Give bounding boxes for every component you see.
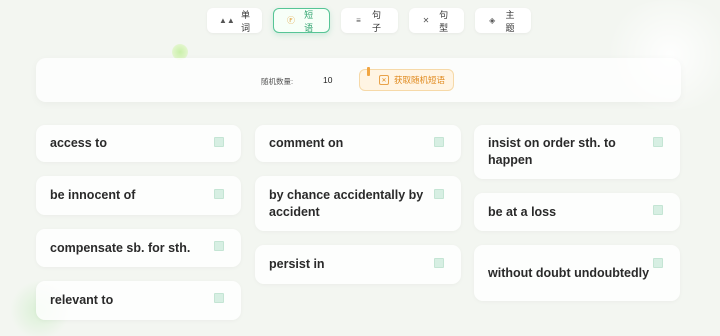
tab-label: 主题 — [505, 9, 515, 33]
fetch-random-phrases-button[interactable]: ✕ 获取随机短语 — [359, 67, 454, 91]
phrase-text: be innocent of — [50, 188, 136, 202]
phrase-checkbox[interactable] — [214, 293, 224, 303]
phrase-checkbox[interactable] — [214, 189, 224, 199]
phrase-icon: Ⓕ — [287, 16, 296, 25]
phrase-checkbox[interactable] — [653, 258, 663, 268]
control-bar: 随机数量: 10 ✕ 获取随机短语 — [36, 58, 681, 102]
count-input[interactable]: 10 — [323, 75, 332, 85]
phrase-text: access to — [50, 136, 107, 150]
phrase-card[interactable]: relevant to — [36, 281, 241, 320]
phrase-checkbox[interactable] — [653, 137, 663, 147]
tab-vocab[interactable]: ▲▲ 单词 — [207, 8, 262, 33]
flag-decoration — [367, 67, 370, 76]
cross-icon: ✕ — [422, 16, 430, 25]
phrase-checkbox[interactable] — [434, 137, 444, 147]
layers-icon: ◈ — [489, 16, 496, 25]
phrase-text: relevant to — [50, 293, 114, 307]
tab-label: 单词 — [241, 9, 251, 33]
phrase-text: insist on order sth. to happen — [488, 136, 616, 167]
phrase-card[interactable]: by chance accidentally by accident — [255, 176, 461, 231]
tab-label: 句子 — [371, 9, 381, 33]
phrase-card[interactable]: be at a loss — [474, 193, 680, 231]
chart-icon: ▲▲ — [219, 16, 235, 25]
fetch-button-label: 获取随机短语 — [394, 75, 446, 85]
tab-topic[interactable]: ◈ 主题 — [475, 8, 531, 33]
phrase-card[interactable]: access to — [36, 125, 241, 162]
phrase-text: compensate sb. for sth. — [50, 240, 191, 255]
tab-label: 句型 — [439, 9, 449, 33]
tab-bar: ▲▲ 单词 Ⓕ 短语 ≡ 句子 ✕ 句型 ◈ 主题 — [207, 8, 531, 34]
phrase-text: be at a loss — [488, 204, 557, 219]
tab-sentence[interactable]: ≡ 句子 — [341, 8, 398, 33]
tab-phrase[interactable]: Ⓕ 短语 — [273, 8, 330, 33]
phrase-card[interactable]: compensate sb. for sth. — [36, 229, 241, 267]
phrase-checkbox[interactable] — [653, 205, 663, 215]
tab-pattern[interactable]: ✕ 句型 — [409, 8, 464, 33]
phrase-text: by chance accidentally by accident — [269, 187, 424, 219]
phrase-card[interactable]: comment on — [255, 125, 461, 162]
image-icon: ✕ — [379, 75, 389, 85]
count-label: 随机数量: — [261, 77, 294, 86]
phrase-checkbox[interactable] — [434, 258, 444, 268]
phrase-text: comment on — [269, 136, 344, 150]
phrase-card[interactable]: without doubt undoubtedly — [474, 245, 680, 301]
phrase-checkbox[interactable] — [214, 241, 224, 251]
phrase-checkbox[interactable] — [434, 189, 444, 199]
phrase-text: without doubt undoubtedly — [488, 265, 650, 280]
phrase-text: persist in — [269, 257, 325, 271]
phrase-card[interactable]: persist in — [255, 245, 461, 284]
phrase-card[interactable]: insist on order sth. to happen — [474, 125, 680, 179]
tab-label: 短语 — [304, 9, 314, 33]
phrase-card[interactable]: be innocent of — [36, 176, 241, 215]
phrase-checkbox[interactable] — [214, 137, 224, 147]
lines-icon: ≡ — [356, 16, 361, 25]
